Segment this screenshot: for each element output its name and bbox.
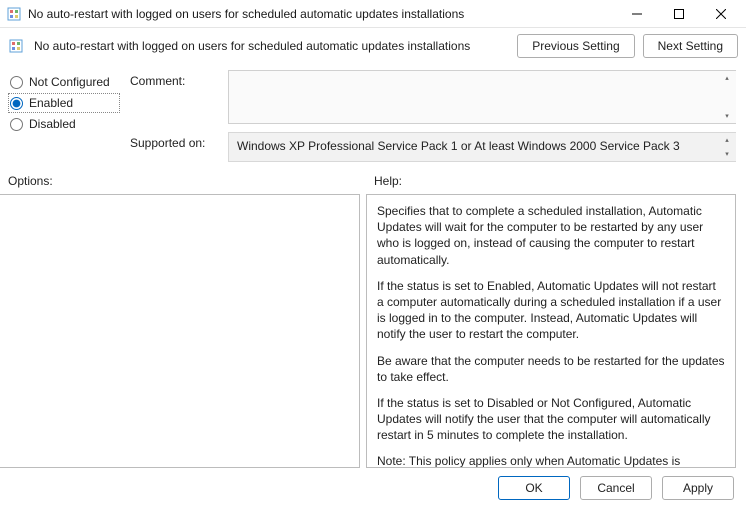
cancel-button[interactable]: Cancel bbox=[580, 476, 652, 500]
maximize-button[interactable] bbox=[658, 2, 700, 26]
supported-label: Supported on: bbox=[130, 132, 220, 150]
radio-disabled-input[interactable] bbox=[10, 118, 23, 131]
radio-not-configured[interactable]: Not Configured bbox=[8, 72, 120, 92]
comment-row: Comment: ▴ ▾ bbox=[130, 70, 736, 124]
ok-button[interactable]: OK bbox=[498, 476, 570, 500]
policy-header: No auto-restart with logged on users for… bbox=[0, 28, 746, 68]
radio-enabled-input[interactable] bbox=[10, 97, 23, 110]
help-paragraph: Be aware that the computer needs to be r… bbox=[377, 353, 725, 385]
footer: OK Cancel Apply bbox=[0, 468, 746, 500]
supported-box: Windows XP Professional Service Pack 1 o… bbox=[228, 132, 736, 162]
comment-label: Comment: bbox=[130, 70, 220, 88]
radio-enabled-label: Enabled bbox=[29, 96, 73, 110]
state-radios: Not Configured Enabled Disabled bbox=[8, 70, 120, 162]
window-controls bbox=[616, 2, 742, 26]
close-button[interactable] bbox=[700, 2, 742, 26]
radio-disabled[interactable]: Disabled bbox=[8, 114, 120, 134]
radio-not-configured-input[interactable] bbox=[10, 76, 23, 89]
previous-setting-button[interactable]: Previous Setting bbox=[517, 34, 634, 58]
comment-scroll-down[interactable]: ▾ bbox=[720, 111, 734, 121]
apply-button[interactable]: Apply bbox=[662, 476, 734, 500]
options-panel bbox=[0, 194, 360, 468]
help-paragraph: If the status is set to Enabled, Automat… bbox=[377, 278, 725, 343]
fields: Comment: ▴ ▾ Supported on: Windows XP Pr… bbox=[130, 70, 736, 162]
help-paragraph: Specifies that to complete a scheduled i… bbox=[377, 203, 725, 268]
titlebar: No auto-restart with logged on users for… bbox=[0, 0, 746, 28]
window-title: No auto-restart with logged on users for… bbox=[28, 7, 616, 21]
app-icon bbox=[6, 6, 22, 22]
help-panel: Specifies that to complete a scheduled i… bbox=[366, 194, 736, 468]
panels: Specifies that to complete a scheduled i… bbox=[0, 192, 746, 468]
help-paragraph: Note: This policy applies only when Auto… bbox=[377, 453, 725, 468]
help-label: Help: bbox=[374, 174, 402, 188]
help-paragraph: If the status is set to Disabled or Not … bbox=[377, 395, 725, 444]
supported-scroll-up[interactable]: ▴ bbox=[720, 135, 734, 145]
config-area: Not Configured Enabled Disabled Comment:… bbox=[0, 68, 746, 162]
supported-row: Supported on: Windows XP Professional Se… bbox=[130, 132, 736, 162]
radio-enabled[interactable]: Enabled bbox=[8, 93, 120, 113]
comment-scroll-up[interactable]: ▴ bbox=[720, 73, 734, 83]
comment-input[interactable]: ▴ ▾ bbox=[228, 70, 736, 124]
supported-scroll-down[interactable]: ▾ bbox=[720, 149, 734, 159]
supported-value: Windows XP Professional Service Pack 1 o… bbox=[237, 139, 680, 153]
radio-not-configured-label: Not Configured bbox=[29, 75, 110, 89]
policy-title: No auto-restart with logged on users for… bbox=[34, 39, 509, 53]
next-setting-button[interactable]: Next Setting bbox=[643, 34, 738, 58]
radio-disabled-label: Disabled bbox=[29, 117, 76, 131]
options-label: Options: bbox=[8, 174, 364, 188]
minimize-button[interactable] bbox=[616, 2, 658, 26]
policy-icon bbox=[8, 38, 24, 54]
mid-labels: Options: Help: bbox=[0, 162, 746, 192]
